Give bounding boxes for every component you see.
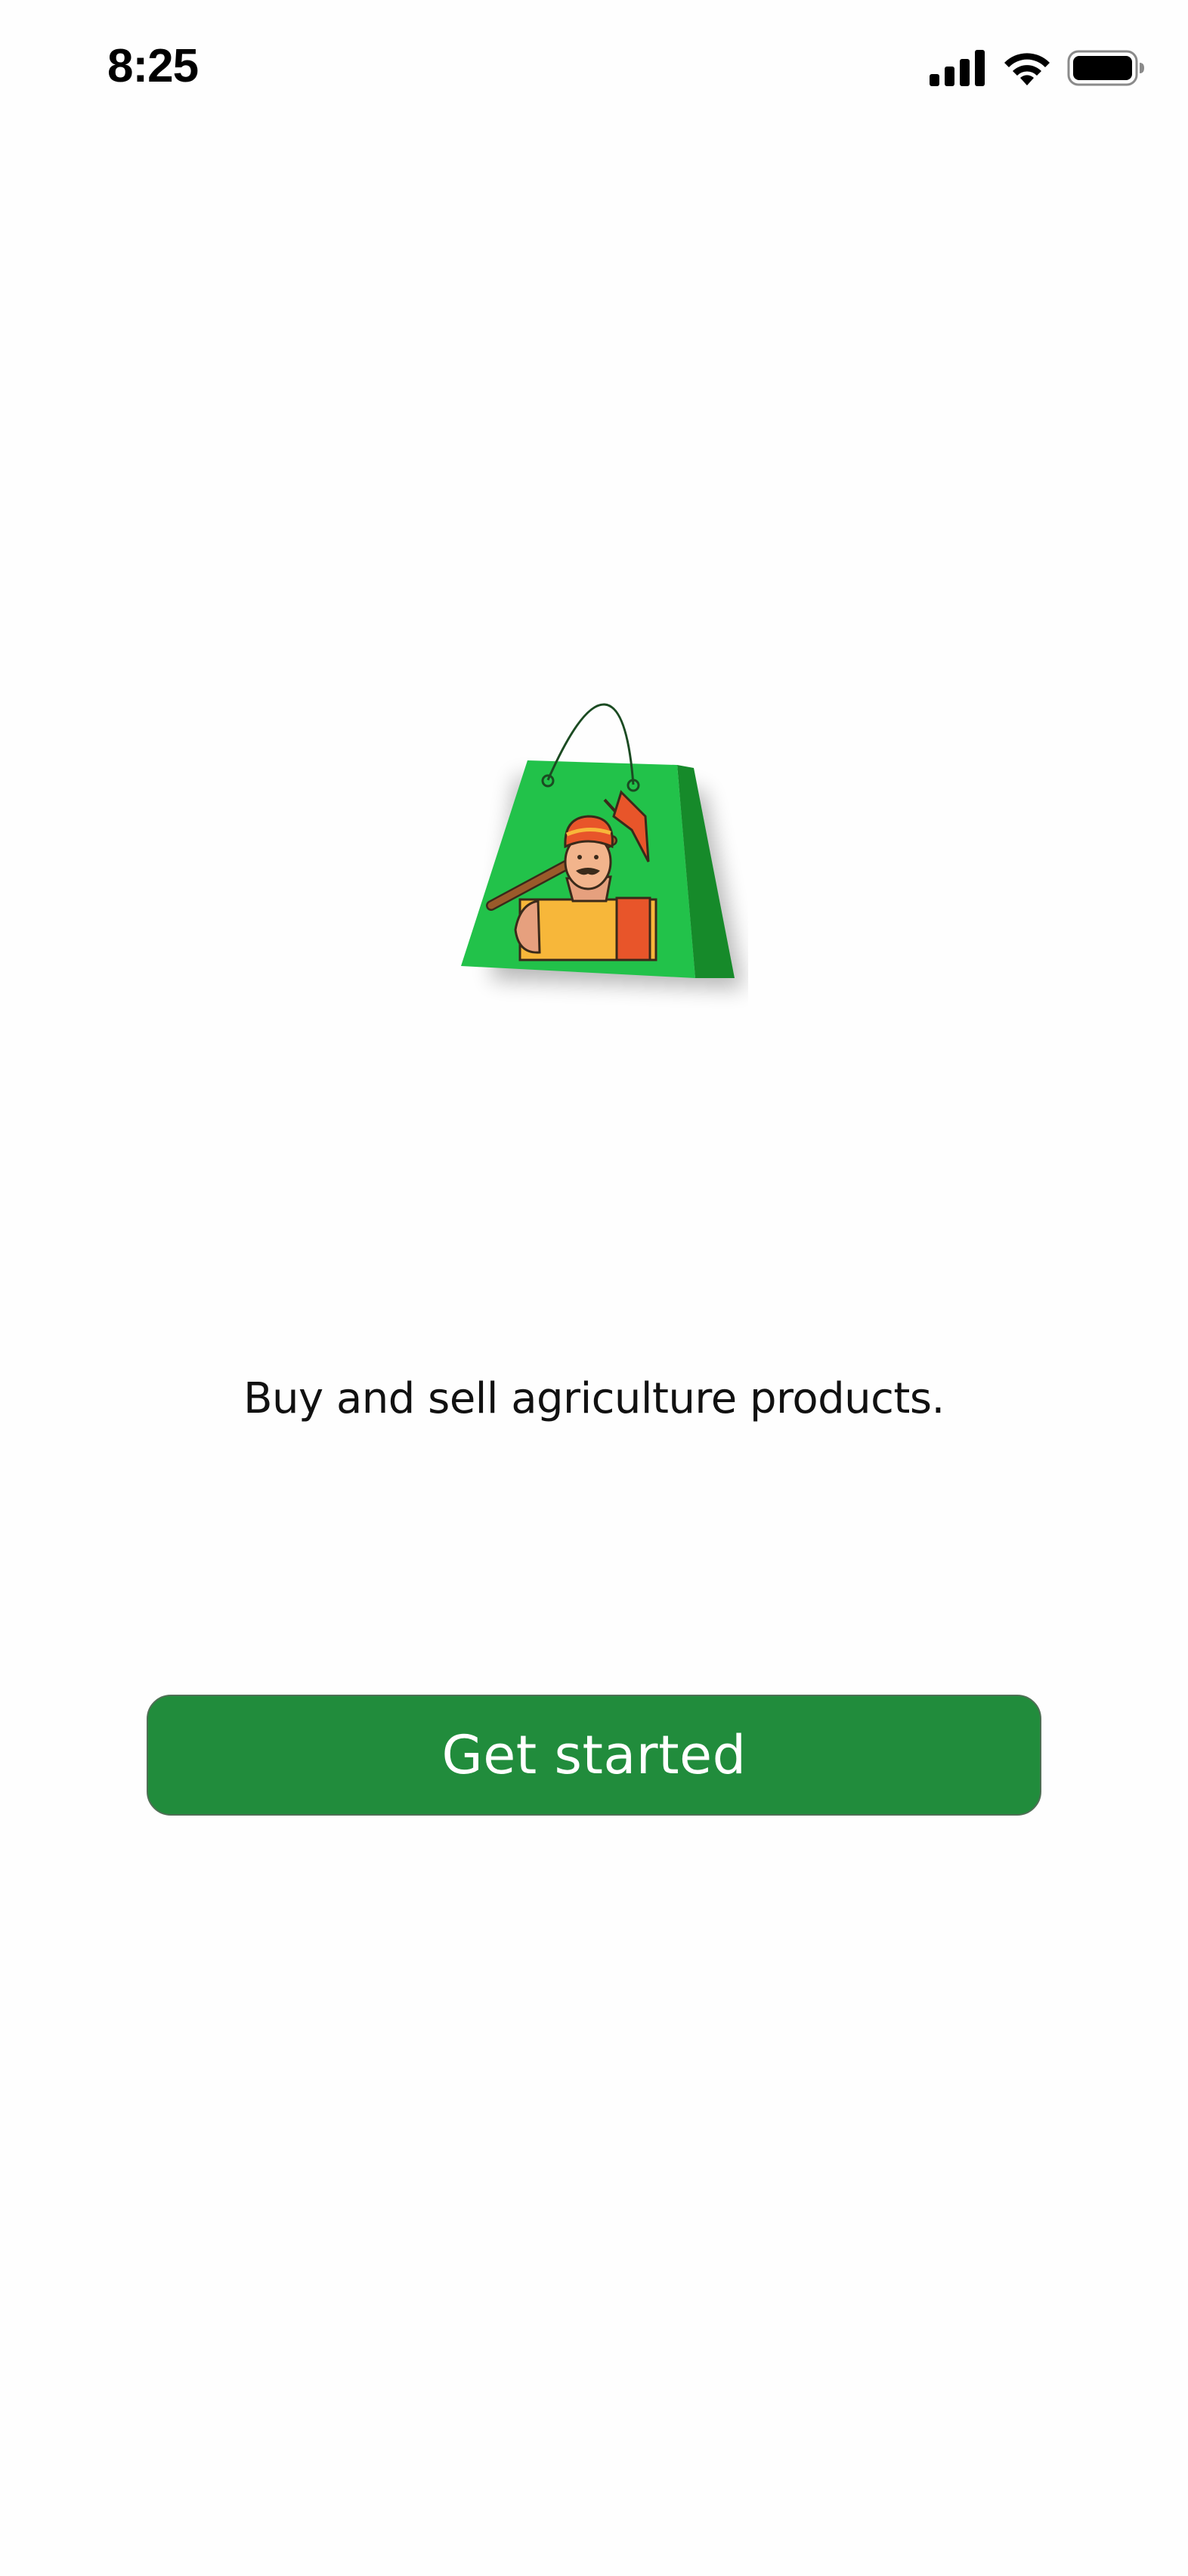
onboarding-screen: 8:25 Buy and sell agriculture products. … (0, 0, 1188, 2576)
battery-icon (1067, 49, 1146, 91)
status-icons (930, 47, 1146, 92)
farmer-shopping-bag-logo (461, 703, 744, 989)
tagline: Buy and sell agriculture products. (243, 1374, 945, 1423)
status-time: 8:25 (107, 40, 199, 92)
get-started-button[interactable]: Get started (147, 1695, 1041, 1816)
get-started-label: Get started (441, 1724, 747, 1786)
wifi-icon (1002, 49, 1052, 91)
cellular-signal-icon (930, 49, 987, 90)
app-logo (446, 703, 748, 1020)
status-bar: 8:25 (0, 0, 1188, 144)
